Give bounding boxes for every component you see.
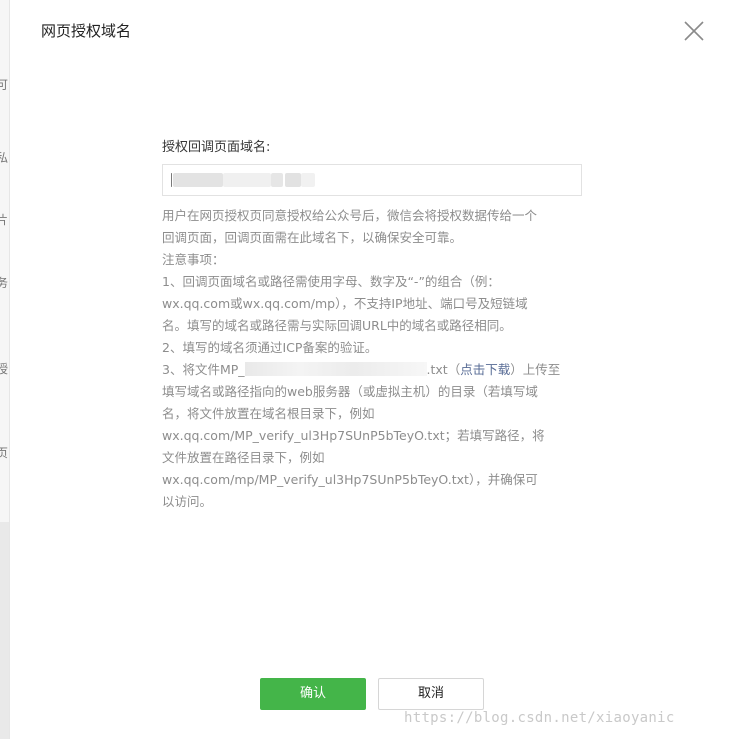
dialog-body: 授权回调页面域名: 用户在网页授权页同意授权给公众号后，微信会将授权数据传给一个… bbox=[162, 136, 584, 513]
instruction-line-download: 3、将文件MP_ .txt（点击下载）上传至 bbox=[162, 359, 584, 381]
redacted-domain bbox=[285, 173, 301, 187]
redacted-domain bbox=[271, 173, 283, 187]
instruction-line: 2、填写的域名须通过ICP备案的验证。 bbox=[162, 340, 378, 355]
background-text: 务 bbox=[0, 274, 8, 291]
redacted-filename bbox=[244, 362, 427, 376]
auth-domain-dialog: 网页授权域名 授权回调页面域名: 用户在网页授权页同意授权给公众号后，微信会将授… bbox=[10, 0, 731, 739]
background-text: 私 bbox=[0, 149, 8, 166]
redacted-domain bbox=[173, 173, 223, 187]
item3-prefix: 3、将文件MP_ bbox=[162, 362, 245, 377]
item3-ext: .txt（ bbox=[426, 362, 461, 377]
dialog-title: 网页授权域名 bbox=[41, 22, 132, 40]
close-icon bbox=[684, 21, 704, 41]
instruction-line: wx.qq.com/mp/MP_verify_ul3Hp7SUnP5bTeyO.… bbox=[162, 472, 538, 487]
background-text: 可 bbox=[0, 76, 8, 93]
item3-suffix: ）上传至 bbox=[510, 362, 561, 377]
instruction-line: 1、回调页面域名或路径需使用字母、数字及“-”的组合（例： bbox=[162, 274, 500, 289]
instruction-line: 填写域名或路径指向的web服务器（或虚拟主机）的目录（若填写域 bbox=[162, 384, 538, 399]
download-link[interactable]: 点击下载 bbox=[460, 362, 510, 377]
cancel-button[interactable]: 取消 bbox=[378, 678, 484, 710]
instruction-line: 文件放置在路径目录下，例如 bbox=[162, 450, 325, 465]
confirm-button[interactable]: 确认 bbox=[260, 678, 366, 710]
instruction-line: 回调页面，回调页面需在此域名下，以确保安全可靠。 bbox=[162, 230, 463, 245]
background-text: 片 bbox=[0, 211, 8, 228]
background-scroll-region bbox=[0, 522, 9, 739]
instruction-line: wx.qq.com/MP_verify_ul3Hp7SUnP5bTeyO.txt… bbox=[162, 428, 545, 443]
redacted-domain bbox=[301, 173, 315, 187]
redacted-domain bbox=[223, 173, 271, 187]
background-page: 可 私 片 务 授 页 bbox=[0, 0, 10, 739]
background-text: 授 bbox=[0, 360, 8, 377]
instruction-line: 注意事项： bbox=[162, 252, 225, 267]
instruction-line: 名。填写的域名或路径需与实际回调URL中的域名或路径相同。 bbox=[162, 318, 512, 333]
domain-input-box bbox=[162, 164, 582, 196]
close-button[interactable] bbox=[683, 20, 705, 42]
watermark: https://blog.csdn.net/xiaoyanic bbox=[404, 710, 675, 726]
domain-field-label: 授权回调页面域名: bbox=[162, 140, 271, 155]
background-text: 页 bbox=[0, 444, 8, 461]
instruction-line: 用户在网页授权页同意授权给公众号后，微信会将授权数据传给一个 bbox=[162, 208, 538, 223]
instruction-line: 以访问。 bbox=[162, 494, 213, 509]
instruction-line: 名，将文件放置在域名根目录下，例如 bbox=[162, 406, 375, 421]
instruction-line: wx.qq.com或wx.qq.com/mp），不支持IP地址、端口号及短链域 bbox=[162, 296, 528, 311]
text-cursor bbox=[171, 173, 172, 187]
instructions: 用户在网页授权页同意授权给公众号后，微信会将授权数据传给一个 回调页面，回调页面… bbox=[162, 205, 584, 513]
